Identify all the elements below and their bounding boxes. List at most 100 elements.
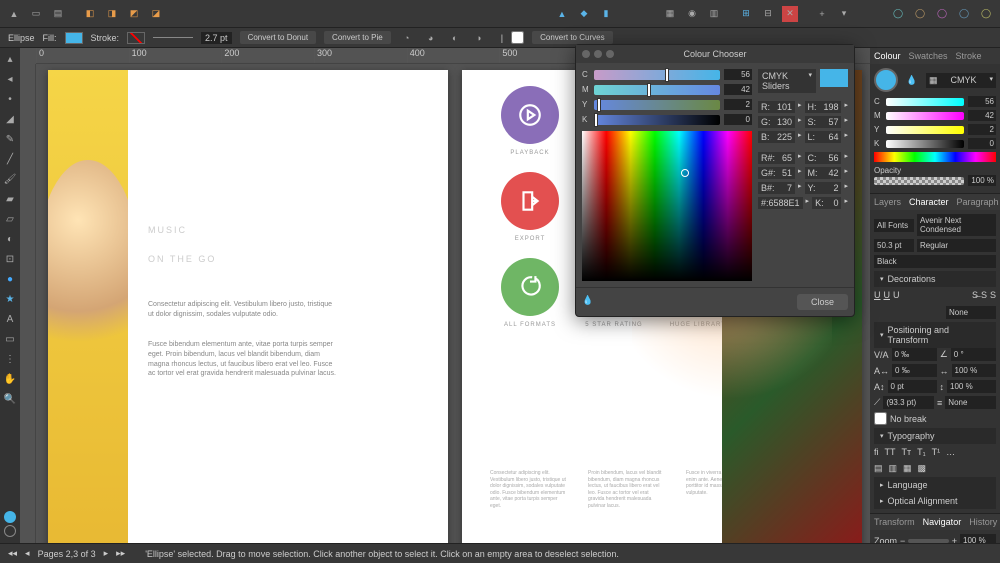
spacing-icon[interactable]: ▥ [706, 6, 722, 22]
preset1-icon[interactable]: ◔ [399, 30, 415, 46]
cc-slider-c[interactable] [594, 70, 720, 80]
last-page-icon[interactable]: ▸▸ [116, 548, 125, 559]
kern-field[interactable]: 0 pt [888, 380, 937, 393]
typo-caps-icon[interactable]: TT [885, 447, 896, 457]
cc-val-m[interactable]: 42 [724, 84, 752, 95]
tab-stroke[interactable]: Stroke [956, 51, 982, 61]
document-icon[interactable]: ▤ [50, 6, 66, 22]
zoom-out-icon[interactable]: − [900, 536, 905, 544]
tracking-field[interactable]: 0 ‰ [892, 348, 937, 361]
font-size[interactable]: 50.3 pt [874, 239, 914, 252]
convert-donut-button[interactable]: Convert to Donut [240, 31, 316, 44]
boolean-xor-icon[interactable]: ◯ [956, 6, 972, 22]
node-tool-icon[interactable]: ◂ [3, 72, 17, 86]
cc-eyedropper-icon[interactable]: 💧 [582, 295, 596, 309]
cc-slider-m[interactable] [594, 85, 720, 95]
underline-icon[interactable]: U [874, 290, 881, 300]
prev-page-icon[interactable]: ◂ [25, 548, 30, 559]
zoom-tool-icon[interactable]: 🔍 [3, 392, 17, 406]
distribute-icon[interactable]: ◉ [684, 6, 700, 22]
boolean-add-icon[interactable]: ◯ [890, 6, 906, 22]
colour-chooser-titlebar[interactable]: Colour Chooser [576, 45, 854, 63]
scaleh-field[interactable]: 100 % [952, 364, 997, 377]
arrange-front2-icon[interactable]: ◪ [148, 6, 164, 22]
snap-icon[interactable]: ⊞ [738, 6, 754, 22]
font-collection[interactable]: All Fonts [874, 219, 914, 232]
point-tool-icon[interactable]: • [3, 92, 17, 106]
cc-y2[interactable]: Y:2 [805, 182, 842, 194]
opacity-val[interactable]: 100 % [968, 175, 996, 186]
minimize-window-icon[interactable] [594, 50, 602, 58]
cc-hex[interactable]: #:6588E1 [758, 197, 803, 209]
tab-colour[interactable]: Colour [874, 51, 901, 61]
cc-swatch[interactable] [820, 69, 848, 87]
tab-swatches[interactable]: Swatches [909, 51, 948, 61]
boolean-divide-icon[interactable]: ◯ [978, 6, 994, 22]
typography-header[interactable]: Typography [888, 431, 935, 441]
preset3-icon[interactable]: ◐ [447, 30, 463, 46]
crop-icon[interactable]: ✕ [782, 6, 798, 22]
cc-l[interactable]: L:64 [805, 131, 842, 143]
cc-val-c[interactable]: 56 [724, 69, 752, 80]
arrange-front-icon[interactable]: ◩ [126, 6, 142, 22]
colour-mode-select[interactable]: CMYK [950, 75, 976, 86]
typo-standard-icon[interactable]: fi [874, 447, 879, 457]
strike2-icon[interactable]: S [981, 290, 987, 300]
eyedropper-tool-icon[interactable]: ⋮ [3, 352, 17, 366]
cc-spectrum[interactable] [582, 131, 752, 281]
first-page-icon[interactable]: ◂◂ [8, 548, 17, 559]
cc-val-k[interactable]: 0 [724, 114, 752, 125]
font-weight[interactable]: Regular [917, 239, 996, 252]
arrange-back-icon[interactable]: ◧ [82, 6, 98, 22]
zoom-field[interactable]: 100 % [960, 534, 996, 543]
pen-tool-icon[interactable]: ✎ [3, 132, 17, 146]
close-window-icon[interactable] [582, 50, 590, 58]
cc-k2[interactable]: K:0 [812, 197, 841, 209]
ellipse-tool-icon[interactable]: ● [3, 272, 17, 286]
positioning-header[interactable]: Positioning and Transform [888, 325, 990, 345]
slider-m[interactable] [886, 112, 964, 120]
align-right-icon[interactable]: ▦ [903, 463, 912, 474]
align-center-icon[interactable]: ▥ [889, 463, 898, 474]
nobreak-checkbox[interactable] [874, 412, 887, 425]
cc-c2[interactable]: C:56 [805, 152, 842, 164]
convert-pie-button[interactable]: Convert to Pie [324, 31, 391, 44]
rotate-icon[interactable]: ▮ [598, 6, 614, 22]
typo-sup-icon[interactable]: T¹ [932, 447, 941, 457]
opacity-slider[interactable] [874, 177, 964, 185]
preset4-icon[interactable]: ◑ [471, 30, 487, 46]
pan-tool-icon[interactable]: ✋ [3, 372, 17, 386]
tab-navigator[interactable]: Navigator [923, 517, 962, 527]
typo-sub-icon[interactable]: T₁ [917, 447, 926, 457]
preset2-icon[interactable]: ◕ [423, 30, 439, 46]
frame-text-tool-icon[interactable]: ▭ [3, 332, 17, 346]
font-family[interactable]: Avenir Next Condensed [917, 214, 996, 236]
affinity-logo-icon[interactable]: ▲ [6, 6, 22, 22]
colour-well[interactable] [874, 68, 898, 92]
align-justify-icon[interactable]: ▩ [918, 463, 927, 474]
slider-k[interactable] [886, 140, 964, 148]
dropdown-icon[interactable]: ▾ [836, 6, 852, 22]
cc-bf[interactable]: B#:7 [758, 182, 795, 194]
underline3-icon[interactable]: U [893, 290, 900, 300]
val-c[interactable]: 56 [968, 96, 996, 107]
convert-curves-button[interactable]: Convert to Curves [532, 31, 612, 44]
page-left[interactable]: MUSICON THE GO Consectetur adipiscing el… [48, 70, 448, 543]
cc-g[interactable]: G:130 [758, 116, 795, 128]
fill-tool-icon[interactable]: ▰ [3, 192, 17, 206]
zoom-in-icon[interactable]: + [952, 536, 957, 544]
zoom-slider[interactable] [908, 539, 948, 543]
underline2-icon[interactable]: U̲ [884, 290, 891, 300]
tab-paragraph[interactable]: Paragraph [957, 197, 999, 207]
tab-transform[interactable]: Transform [874, 517, 915, 527]
language-header[interactable]: Language [888, 480, 928, 490]
cc-gf[interactable]: G#:51 [758, 167, 795, 179]
slider-y[interactable] [886, 126, 964, 134]
boolean-intersect-icon[interactable]: ◯ [934, 6, 950, 22]
hue-bar[interactable] [874, 152, 996, 162]
val-k[interactable]: 0 [968, 138, 996, 149]
cc-m2[interactable]: M:42 [805, 167, 842, 179]
convert-curves-checkbox[interactable] [511, 31, 524, 44]
deco-style[interactable]: None [946, 306, 996, 319]
move-tool-icon[interactable]: ▴ [3, 52, 17, 66]
